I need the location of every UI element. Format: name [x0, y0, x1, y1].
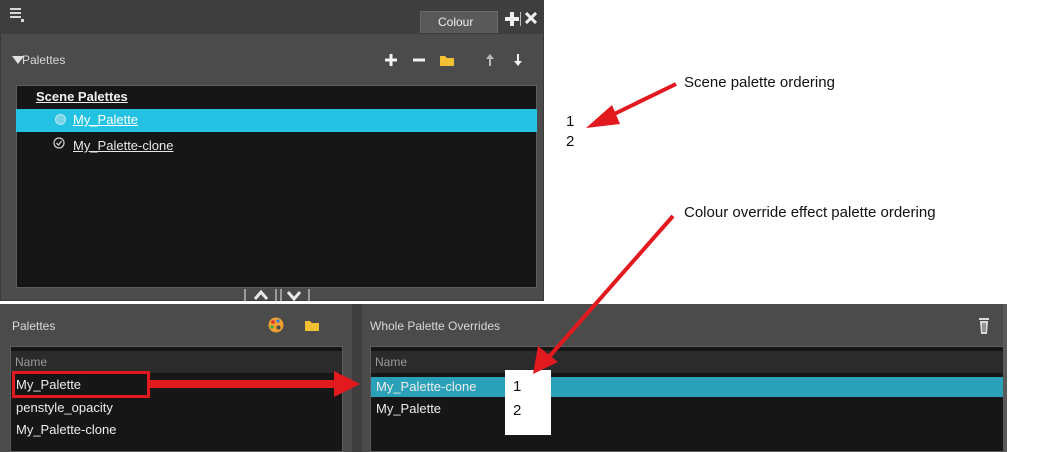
tab-colour[interactable]: Colour	[420, 11, 498, 33]
order-number: 1	[513, 378, 522, 395]
trash-icon[interactable]	[976, 316, 992, 336]
override-list-item[interactable]: My_Palette-clone	[376, 377, 476, 397]
add-palette-icon[interactable]	[381, 50, 401, 70]
order-number: 2	[566, 133, 575, 150]
palettes-panel-title: Palettes	[12, 319, 56, 333]
name-column-header[interactable]: Name	[11, 351, 342, 373]
resize-handle-icon[interactable]	[244, 287, 324, 301]
scene-palette-label[interactable]: My_Palette-clone	[73, 138, 173, 153]
palette-list-item[interactable]: penstyle_opacity	[16, 398, 113, 418]
close-icon[interactable]	[525, 12, 537, 24]
arrow-scene-line	[607, 82, 677, 119]
palette-list-item[interactable]: My_Palette-clone	[16, 420, 116, 440]
palette-colors-icon[interactable]	[267, 316, 285, 334]
menu-icon[interactable]	[10, 7, 24, 23]
scene-palette-label[interactable]: My_Palette	[73, 112, 138, 127]
palettes-section-title: Palettes	[22, 53, 66, 67]
scene-ordering-label: Scene palette ordering	[684, 74, 835, 91]
highlight-box	[12, 371, 150, 398]
panel-edge	[1003, 304, 1007, 452]
scene-palettes-heading[interactable]: Scene Palettes	[36, 89, 128, 104]
folder-icon[interactable]	[303, 316, 321, 334]
override-list-item[interactable]: My_Palette	[376, 399, 441, 419]
move-down-icon[interactable]	[508, 50, 528, 70]
order-number: 2	[513, 402, 522, 419]
panel-splitter[interactable]	[352, 304, 362, 452]
remove-palette-icon[interactable]	[409, 50, 429, 70]
folder-icon[interactable]	[437, 50, 457, 70]
override-ordering-label: Colour override effect palette ordering	[684, 204, 936, 221]
check-circle-icon	[53, 137, 65, 149]
override-order-numbers	[505, 370, 551, 435]
tab-separator	[520, 12, 521, 26]
move-up-icon[interactable]	[480, 50, 500, 70]
arrow-scene-head	[586, 105, 620, 128]
order-number: 1	[566, 113, 575, 130]
palettes-section-header	[0, 44, 544, 78]
add-tab-icon[interactable]	[505, 12, 519, 26]
palette-status-icon	[55, 114, 66, 125]
overrides-panel-title: Whole Palette Overrides	[370, 319, 501, 333]
name-column-header[interactable]: Name	[371, 351, 1003, 373]
